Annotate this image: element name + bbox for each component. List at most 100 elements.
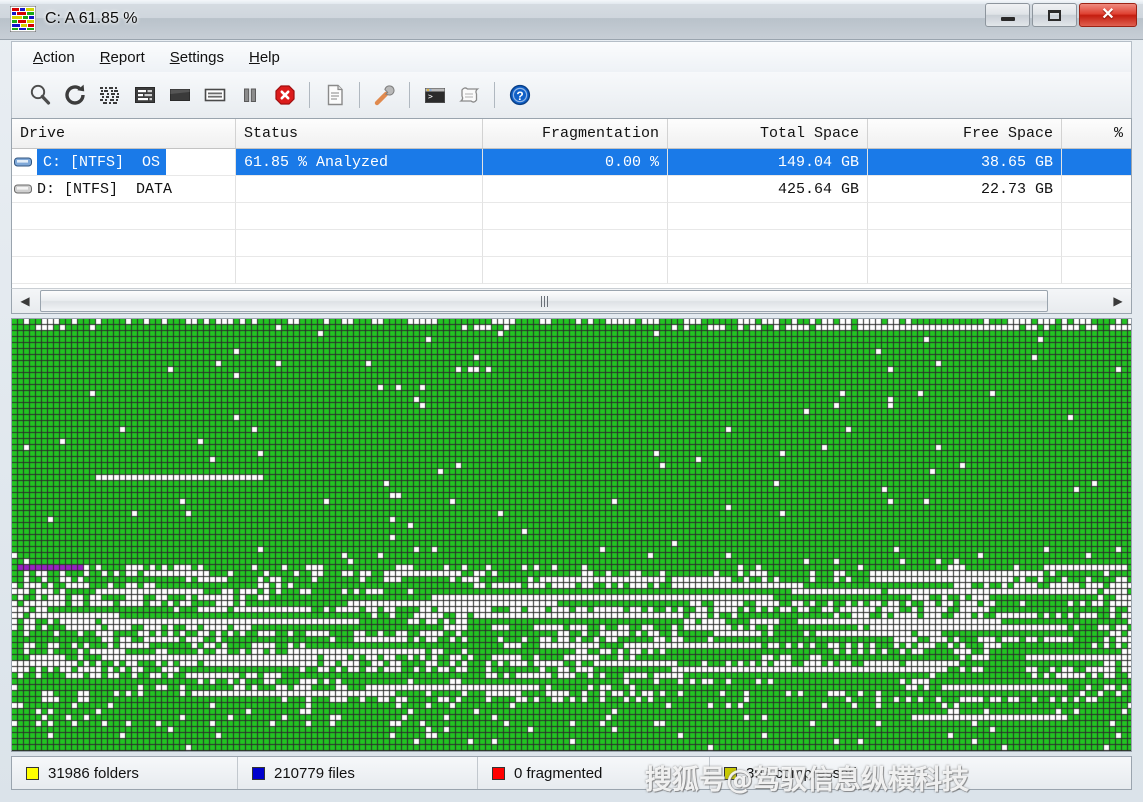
svg-text:?: ? (516, 89, 523, 103)
status-label-folders: 31986 folders (48, 765, 139, 782)
column-header-percent[interactable]: % (1062, 119, 1131, 148)
cell-drive-label: C: [NTFS] OS (37, 149, 166, 175)
cell-empty (236, 203, 483, 230)
help-button[interactable]: ? (502, 78, 537, 112)
window-title: C: A 61.85 % (45, 10, 138, 28)
status-label-files: 210779 files (274, 765, 355, 782)
cell-empty (236, 230, 483, 257)
stop-button[interactable] (267, 78, 302, 112)
column-header-total-space[interactable]: Total Space (668, 119, 868, 148)
horizontal-scrollbar[interactable]: ◀ ▶ (11, 288, 1132, 314)
window-controls: ✕ (983, 3, 1137, 27)
report-button[interactable] (317, 78, 352, 112)
cell-status (236, 176, 483, 203)
consolidate-free-space-button[interactable] (162, 78, 197, 112)
cell-empty (12, 203, 236, 230)
script-icon (458, 83, 482, 107)
defragment-refresh-icon (63, 83, 87, 107)
maximize-icon (1048, 10, 1061, 21)
legend-swatch-files (252, 767, 265, 780)
table-row[interactable]: D: [NTFS] DATA 425.64 GB 22.73 GB (12, 176, 1131, 203)
column-header-drive[interactable]: Drive (12, 119, 236, 148)
menu-item-help[interactable]: Help (238, 45, 291, 70)
help-question-icon: ? (508, 83, 532, 107)
cell-empty (1062, 230, 1131, 257)
menu-accel-action: A (33, 49, 43, 66)
pause-button[interactable] (232, 78, 267, 112)
cell-percent (1062, 149, 1131, 176)
minimize-icon (1001, 17, 1015, 21)
menu-accel-report: R (100, 49, 111, 66)
script-button[interactable] (452, 78, 487, 112)
status-item-folders: 31986 folders (12, 757, 238, 789)
free-space-icon (168, 83, 192, 107)
status-item-compressed: 395 compressed (710, 757, 1131, 789)
grip-icon (541, 296, 548, 307)
column-header-status[interactable]: Status (236, 119, 483, 148)
optimize-button[interactable] (127, 78, 162, 112)
toolbar: > ? (11, 72, 1132, 118)
analyze-button[interactable] (22, 78, 57, 112)
cell-empty (868, 203, 1062, 230)
menu-label-settings: ettings (180, 49, 224, 66)
cell-percent (1062, 176, 1131, 203)
scroll-right-button[interactable]: ▶ (1105, 289, 1131, 313)
cell-status: 61.85 % Analyzed (236, 149, 483, 176)
analyze-magnifier-icon (28, 83, 52, 107)
menu-accel-help: H (249, 49, 260, 66)
hdd-selected-icon (14, 156, 33, 169)
cell-empty (483, 230, 668, 257)
scrollbar-thumb[interactable] (40, 290, 1048, 312)
cell-free-space: 38.65 GB (868, 149, 1062, 176)
column-header-fragmentation[interactable]: Fragmentation (483, 119, 668, 148)
disk-map-canvas[interactable] (12, 319, 1131, 751)
menu-item-action[interactable]: Action (22, 45, 86, 70)
quick-optimize-icon (98, 83, 122, 107)
console-button[interactable]: > (417, 78, 452, 112)
quick-optimize-button[interactable] (92, 78, 127, 112)
toolbar-separator (494, 82, 495, 108)
table-row-empty (12, 230, 1131, 257)
close-button[interactable]: ✕ (1079, 3, 1137, 27)
cell-fragmentation: 0.00 % (483, 149, 668, 176)
maximize-button[interactable] (1032, 3, 1077, 27)
cell-empty (483, 203, 668, 230)
menu-label-help: elp (260, 49, 280, 66)
cell-total-space: 425.64 GB (668, 176, 868, 203)
status-label-compressed: 395 compressed (746, 765, 857, 782)
optimize-mft-button[interactable] (197, 78, 232, 112)
defragment-button[interactable] (57, 78, 92, 112)
defrag-application-window: C: A 61.85 % ✕ Action Report Settings He… (0, 0, 1143, 802)
cell-drive: C: [NTFS] OS (12, 149, 236, 176)
status-item-files: 210779 files (238, 757, 478, 789)
cell-empty (868, 230, 1062, 257)
cell-empty (483, 257, 668, 284)
cell-drive-label: D: [NTFS] DATA (37, 181, 172, 198)
scroll-left-button[interactable]: ◀ (12, 289, 38, 313)
cell-drive: D: [NTFS] DATA (12, 176, 236, 203)
defrag-blocks-icon (10, 6, 36, 32)
toolbar-separator (359, 82, 360, 108)
svg-text:>: > (428, 92, 433, 101)
column-header-free-space[interactable]: Free Space (868, 119, 1062, 148)
minimize-button[interactable] (985, 3, 1030, 27)
cell-total-space: 149.04 GB (668, 149, 868, 176)
table-row[interactable]: C: [NTFS] OS 61.85 % Analyzed 0.00 % 149… (12, 149, 1131, 176)
optimize-list-icon (133, 83, 157, 107)
mft-optimize-icon (203, 83, 227, 107)
title-bar: C: A 61.85 % ✕ (0, 0, 1143, 40)
hdd-icon (14, 183, 33, 196)
menu-item-report[interactable]: Report (89, 45, 156, 70)
settings-button[interactable] (367, 78, 402, 112)
cell-empty (1062, 257, 1131, 284)
disk-cluster-map[interactable] (11, 318, 1132, 752)
menu-label-action: ction (43, 49, 75, 66)
menu-item-settings[interactable]: Settings (159, 45, 235, 70)
status-item-fragmented: 0 fragmented (478, 757, 710, 789)
console-icon: > (423, 83, 447, 107)
scrollbar-track[interactable] (38, 289, 1105, 313)
cell-empty (668, 230, 868, 257)
drive-list-header: Drive Status Fragmentation Total Space F… (12, 119, 1131, 149)
cell-empty (668, 203, 868, 230)
table-row-empty (12, 203, 1131, 230)
